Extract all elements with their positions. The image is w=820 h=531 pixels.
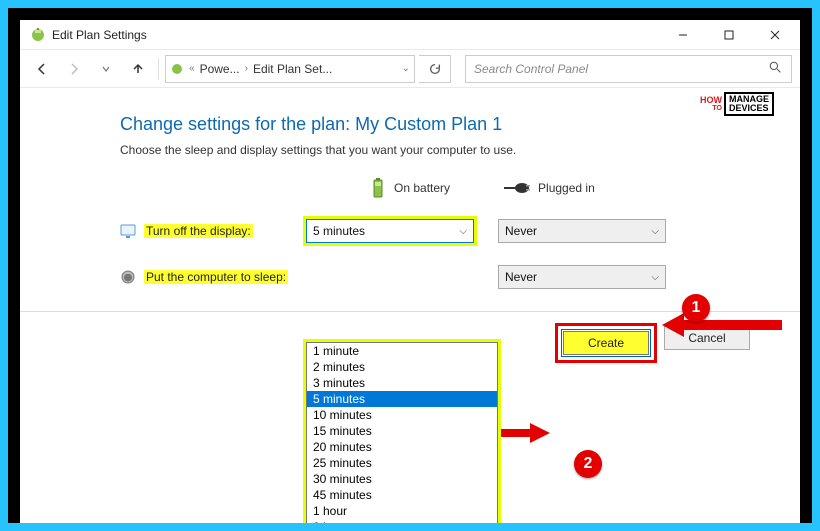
edit-plan-settings-window: Edit Plan Settings « Powe... › Edit Plan — [20, 20, 800, 523]
nav-up-button[interactable] — [124, 55, 152, 83]
create-button[interactable]: Create — [563, 331, 649, 355]
dropdown-option[interactable]: 20 minutes — [307, 439, 497, 455]
search-placeholder: Search Control Panel — [474, 62, 769, 76]
dropdown-option[interactable]: 15 minutes — [307, 423, 497, 439]
breadcrumb-item[interactable]: Edit Plan Set... — [253, 62, 332, 76]
navigation-bar: « Powe... › Edit Plan Set... ⌄ Search Co… — [20, 50, 800, 88]
sleep-plugged-dropdown[interactable]: Never ⌵ — [498, 265, 666, 289]
sleep-label: Put the computer to sleep: — [144, 270, 288, 284]
watermark-logo: HOW TO MANAGE DEVICES — [700, 92, 774, 116]
nav-forward-button[interactable] — [60, 55, 88, 83]
column-on-battery: On battery — [370, 177, 450, 199]
titlebar: Edit Plan Settings — [20, 20, 800, 50]
dropdown-option[interactable]: 2 minutes — [307, 359, 497, 375]
window-title: Edit Plan Settings — [52, 28, 660, 42]
chevron-down-icon: ⌵ — [651, 226, 659, 237]
refresh-button[interactable] — [419, 55, 451, 83]
dropdown-option-selected[interactable]: 5 minutes — [307, 391, 497, 407]
display-battery-dropdown-list[interactable]: 1 minute 2 minutes 3 minutes 5 minutes 1… — [306, 342, 498, 523]
dropdown-option[interactable]: 10 minutes — [307, 407, 497, 423]
power-plan-icon — [30, 27, 46, 43]
chevron-down-icon[interactable]: ⌄ — [402, 63, 410, 74]
display-battery-dropdown[interactable]: 5 minutes ⌵ — [306, 219, 474, 243]
dropdown-option[interactable]: 30 minutes — [307, 471, 497, 487]
close-button[interactable] — [752, 20, 798, 50]
display-label: Turn off the display: — [144, 224, 253, 238]
dropdown-option[interactable]: 3 minutes — [307, 375, 497, 391]
dropdown-option[interactable]: 25 minutes — [307, 455, 497, 471]
page-subtitle: Choose the sleep and display settings th… — [120, 143, 766, 157]
dropdown-option[interactable]: 1 minute — [307, 343, 497, 359]
address-bar[interactable]: « Powe... › Edit Plan Set... ⌄ — [165, 55, 415, 83]
breadcrumb-prefix: « — [189, 63, 195, 74]
nav-back-button[interactable] — [28, 55, 56, 83]
search-input[interactable]: Search Control Panel — [465, 55, 792, 83]
page-title: Change settings for the plan: My Custom … — [120, 114, 766, 135]
chevron-down-icon: ⌵ — [459, 226, 467, 237]
column-plugged-in: Plugged in — [504, 181, 595, 195]
dropdown-option[interactable]: 45 minutes — [307, 487, 497, 503]
display-plugged-dropdown[interactable]: Never ⌵ — [498, 219, 666, 243]
minimize-button[interactable] — [660, 20, 706, 50]
sleep-icon — [120, 269, 136, 285]
body-area: HOW TO MANAGE DEVICES Change settings fo… — [20, 88, 800, 523]
dropdown-option[interactable]: 2 hours — [307, 519, 497, 523]
search-icon — [769, 61, 783, 77]
breadcrumb-item[interactable]: Powe... — [200, 62, 240, 76]
maximize-button[interactable] — [706, 20, 752, 50]
annotation-arrow-1 — [662, 310, 782, 340]
setting-row-sleep: Put the computer to sleep: Never ⌵ — [120, 265, 766, 289]
setting-row-display: Turn off the display: 5 minutes ⌵ Never … — [120, 219, 766, 243]
display-icon — [120, 223, 136, 239]
dropdown-option[interactable]: 1 hour — [307, 503, 497, 519]
chevron-down-icon: ⌵ — [651, 272, 659, 283]
nav-recent-dropdown[interactable] — [92, 55, 120, 83]
annotation-badge-1: 1 — [682, 294, 710, 322]
annotation-badge-2: 2 — [574, 450, 602, 478]
create-button-highlight: Create — [558, 326, 654, 360]
plug-icon — [504, 181, 530, 195]
power-plan-icon — [170, 62, 184, 76]
chevron-right-icon: › — [245, 63, 248, 74]
battery-icon — [370, 177, 386, 199]
